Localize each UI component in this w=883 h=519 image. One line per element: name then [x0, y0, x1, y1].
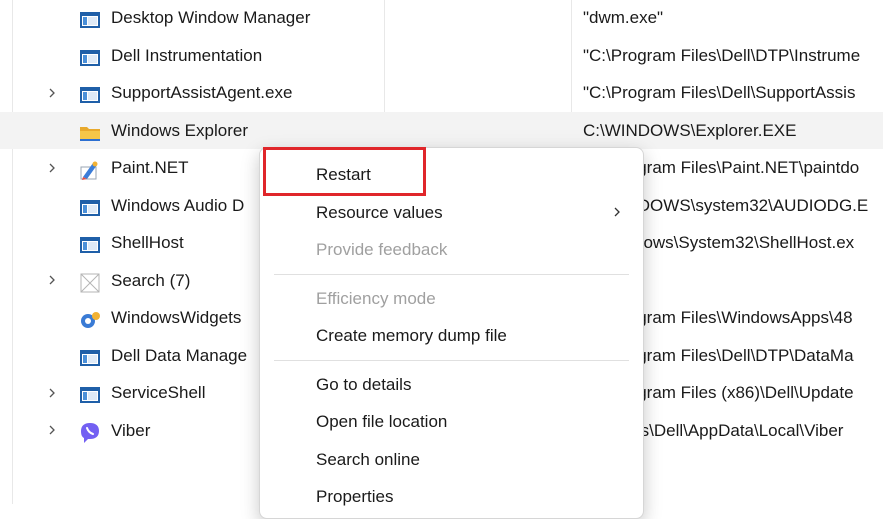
menu-item-label: Efficiency mode: [316, 288, 436, 308]
process-command-line: "C:\Program Files\Dell\DTP\Instrume: [583, 45, 861, 65]
menu-item-open-file-location[interactable]: Open file location: [260, 403, 643, 440]
expand-chevron-icon[interactable]: [45, 262, 59, 299]
menu-item-label: Open file location: [316, 412, 448, 431]
menu-item-label: Search online: [316, 449, 420, 469]
viber-icon: [79, 420, 101, 443]
process-row[interactable]: SupportAssistAgent.exe "C:\Program Files\…: [0, 74, 883, 111]
menu-separator: [274, 359, 629, 361]
process-name: ServiceShell: [111, 383, 206, 402]
search-suspended-icon: [79, 270, 101, 292]
process-name: Viber: [111, 420, 151, 440]
process-name: SupportAssistAgent.exe: [111, 83, 293, 102]
process-row[interactable]: Dell Instrumentation "C:\Program Files\De…: [0, 37, 883, 74]
process-name: Dell Data Manage: [111, 345, 248, 365]
menu-item-create-memory-dump-file[interactable]: Create memory dump file: [260, 317, 643, 354]
context-menu: Restart Resource values Provide feedback Ef…: [259, 147, 644, 519]
menu-item-label: Provide feedback: [316, 240, 448, 259]
menu-item-efficiency-mode: Efficiency mode: [260, 280, 643, 317]
app-window-icon: [79, 345, 101, 367]
process-name: Desktop Window Manager: [111, 8, 311, 27]
expand-chevron-icon[interactable]: [45, 74, 59, 111]
menu-item-label: Resource values: [316, 202, 443, 222]
menu-item-provide-feedback: Provide feedback: [260, 231, 643, 268]
app-window-icon: [79, 232, 101, 254]
expand-chevron-icon[interactable]: [45, 374, 59, 411]
process-name: ShellHost: [111, 233, 184, 252]
process-command-line: "C:\Program Files\Dell\SupportAssis: [583, 83, 856, 102]
menu-item-label: Properties: [316, 487, 394, 506]
process-name: Windows Explorer: [111, 120, 248, 140]
menu-separator: [274, 273, 629, 275]
widgets-icon: [79, 307, 101, 329]
menu-item-search-online[interactable]: Search online: [260, 441, 643, 478]
folder-icon: [79, 120, 101, 142]
restart-highlight-box: [263, 147, 426, 196]
menu-item-label: Go to details: [316, 374, 412, 394]
app-window-icon: [79, 7, 101, 29]
process-name: Paint.NET: [111, 158, 189, 177]
expand-chevron-icon[interactable]: [45, 412, 59, 449]
process-row[interactable]: Desktop Window Manager "dwm.exe": [0, 0, 883, 36]
app-window-icon: [79, 82, 101, 104]
process-name: WindowsWidgets: [111, 308, 242, 327]
process-command-line: "dwm.exe": [583, 8, 664, 27]
expand-chevron-icon[interactable]: [45, 149, 59, 186]
menu-item-go-to-details[interactable]: Go to details: [260, 366, 643, 403]
process-command-line: C:\WINDOWS\Explorer.EXE: [583, 120, 797, 140]
menu-item-label: Create memory dump file: [316, 326, 507, 345]
process-name: Dell Instrumentation: [111, 45, 263, 65]
paint-net-icon: [79, 157, 101, 180]
menu-item-resource-values[interactable]: Resource values: [260, 194, 643, 231]
process-name: Windows Audio D: [111, 195, 245, 215]
menu-item-properties[interactable]: Properties: [260, 478, 643, 515]
submenu-chevron-icon: [612, 194, 622, 231]
app-window-icon: [79, 382, 101, 404]
app-window-icon: [79, 45, 101, 67]
process-name: Search (7): [111, 270, 191, 290]
app-window-icon: [79, 195, 101, 217]
process-row[interactable]: Windows Explorer C:\WINDOWS\Explorer.EXE: [0, 111, 883, 149]
